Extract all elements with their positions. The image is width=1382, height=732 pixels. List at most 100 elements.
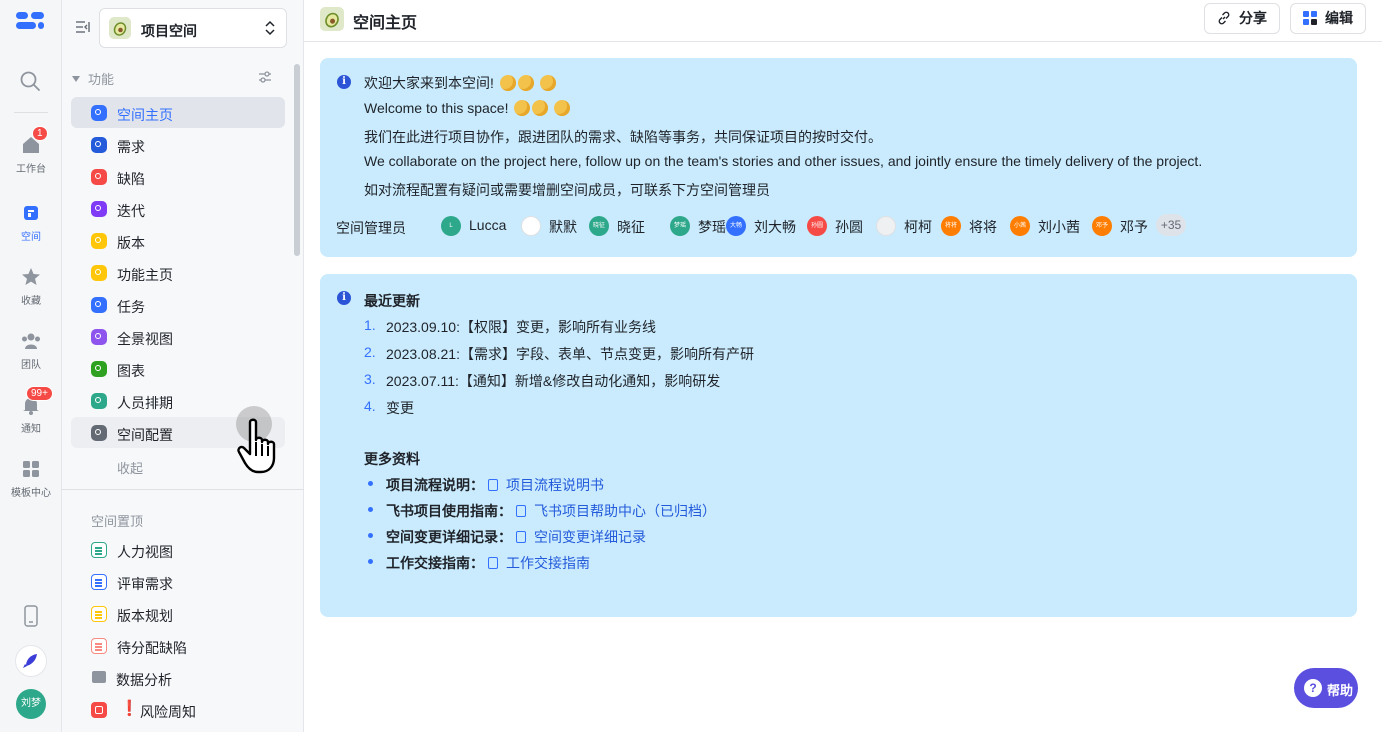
admins-label: 空间管理员 [336, 220, 406, 236]
exclamation-icon: ❗ [120, 700, 139, 717]
feature-icon [91, 105, 107, 121]
clap-emoji-icon [554, 100, 571, 116]
edit-button[interactable]: 编辑 [1290, 3, 1366, 34]
resource-row: 飞书项目使用指南： 飞书项目帮助中心（已归档） [386, 501, 716, 521]
list-view-icon [91, 574, 107, 590]
sidebar-item-risk[interactable]: ❗ 风险周知 [71, 694, 285, 725]
feature-icon [91, 329, 107, 345]
sidebar-item[interactable]: 需求 [71, 129, 285, 160]
avocado-icon [109, 17, 131, 39]
feature-icon [91, 169, 107, 185]
hand-cursor-icon [236, 418, 288, 474]
sidebar-item[interactable]: 全景视图 [71, 321, 285, 352]
more-resources-title: 更多资料 [364, 451, 420, 467]
admin-avatar: 晓征 [589, 216, 609, 236]
page-title: 空间主页 [353, 15, 418, 32]
pinned-view-item[interactable]: 人力视图 [71, 534, 285, 565]
space-selector[interactable]: 项目空间 [99, 8, 287, 48]
admin-name: 梦瑶 [698, 219, 726, 235]
sidebar-item-label: 功能主页 [117, 267, 173, 283]
feature-icon [91, 137, 107, 153]
sidebar-item-data-analysis[interactable]: 数据分析 [71, 662, 285, 693]
rail-item-label: 团队 [21, 360, 41, 371]
sidebar-item[interactable]: 空间主页 [71, 97, 285, 128]
resource-link[interactable]: 飞书项目帮助中心（已归档） [534, 503, 716, 519]
sidebar-scrollbar[interactable] [294, 64, 300, 256]
clap-emoji-icon [539, 75, 556, 91]
resource-row: 工作交接指南： 工作交接指南 [386, 553, 590, 573]
clap-emoji-icon [532, 100, 549, 116]
welcome-contact-note: 如对流程配置有疑问或需要增删空间成员，可联系下方空间管理员 [364, 182, 770, 198]
feature-icon [91, 233, 107, 249]
more-admins-badge[interactable]: +35 [1156, 214, 1186, 236]
rail-item-label: 通知 [21, 424, 41, 435]
admin-name: 刘大畅 [754, 219, 796, 235]
sidebar-item[interactable]: 迭代 [71, 193, 285, 224]
sidebar-collapse-icon[interactable] [75, 19, 91, 35]
settings-sliders-icon[interactable] [258, 70, 272, 84]
info-icon: i [337, 291, 351, 305]
admin-avatar: 邓予 [1092, 216, 1112, 236]
sidebar-item[interactable]: 任务 [71, 289, 285, 320]
mobile-icon[interactable] [0, 605, 62, 630]
share-button[interactable]: 分享 [1204, 3, 1280, 34]
rail-item-notifications[interactable]: 通知 99+ [0, 386, 62, 435]
pinned-view-item[interactable]: 版本规划 [71, 598, 285, 629]
list-number: 4. [364, 398, 376, 414]
avocado-icon [320, 7, 344, 31]
sidebar-item[interactable]: 图表 [71, 353, 285, 384]
sidebar-item[interactable]: 缺陷 [71, 161, 285, 192]
section-header-features[interactable]: 功能 [72, 69, 114, 88]
resource-link[interactable]: 工作交接指南 [506, 555, 590, 571]
space-icon [20, 202, 42, 224]
rail-item-favorites[interactable]: 收藏 [0, 266, 62, 307]
rail-item-templates[interactable]: 模板中心 [0, 458, 62, 499]
rocket-icon[interactable] [15, 645, 47, 677]
sidebar-item-label: 图表 [117, 363, 145, 379]
edit-blocks-icon [1303, 6, 1317, 25]
help-button[interactable]: ? 帮助 [1294, 668, 1358, 708]
resource-label: 项目流程说明： [386, 477, 484, 493]
resource-label: 空间变更详细记录： [386, 529, 512, 545]
list-number: 2. [364, 344, 376, 360]
sidebar-item-label: 需求 [117, 139, 145, 155]
resource-label: 工作交接指南： [386, 555, 484, 571]
admin-name: 默默 [549, 219, 577, 235]
admin-avatar: 小茜 [1010, 216, 1030, 236]
collapse-link[interactable]: 收起 [117, 458, 143, 477]
space-name: 项目空间 [141, 23, 197, 39]
bullet [368, 559, 373, 564]
document-icon [516, 531, 526, 543]
resource-link[interactable]: 项目流程说明书 [506, 477, 604, 493]
space-sidebar: 项目空间 功能 空间主页 需求 缺陷 迭代 版本 功能主页 任务 全景视图 图表 人员排期 空间配置… [62, 0, 304, 732]
rail-item-team[interactable]: 团队 [0, 330, 62, 371]
welcome-description-cn: 我们在此进行项目协作，跟进团队的需求、缺陷等事务，共同保证项目的按时交付。 [364, 129, 882, 145]
welcome-line: Welcome to this space! [364, 100, 571, 116]
updates-title: 最近更新 [364, 293, 420, 309]
search-icon[interactable] [19, 70, 41, 92]
team-icon [20, 330, 42, 352]
user-avatar[interactable]: 刘梦 [16, 689, 46, 719]
update-item: 2023.07.11:【通知】新增&修改自动化通知，影响研发 [386, 373, 721, 389]
rail-item-workbench[interactable]: 工作台 1 [0, 126, 62, 175]
resource-row: 空间变更详细记录： 空间变更详细记录 [386, 527, 646, 547]
sidebar-item[interactable]: 版本 [71, 225, 285, 256]
update-item: 2023.09.10:【权限】变更，影响所有业务线 [386, 319, 656, 335]
page-header: 空间主页 分享 编辑 [304, 0, 1382, 42]
sidebar-item-label: 人力视图 [117, 544, 173, 560]
list-view-icon [91, 638, 107, 654]
document-icon [488, 557, 498, 569]
rail-item-space[interactable]: 空间 [0, 202, 62, 243]
admin-avatar [876, 216, 896, 236]
sidebar-item-label: 任务 [117, 299, 145, 315]
pinned-view-item[interactable]: 评审需求 [71, 566, 285, 597]
clap-emoji-icon [514, 100, 531, 116]
sidebar-item[interactable]: 功能主页 [71, 257, 285, 288]
pinned-view-item[interactable]: 待分配缺陷 [71, 630, 285, 661]
sidebar-item-label: 风险周知 [140, 704, 196, 720]
app-logo-icon[interactable] [16, 12, 44, 34]
resource-link[interactable]: 空间变更详细记录 [534, 529, 646, 545]
feature-icon [91, 265, 107, 281]
admin-name: 刘小茜 [1038, 219, 1080, 235]
admin-avatar [521, 216, 541, 236]
